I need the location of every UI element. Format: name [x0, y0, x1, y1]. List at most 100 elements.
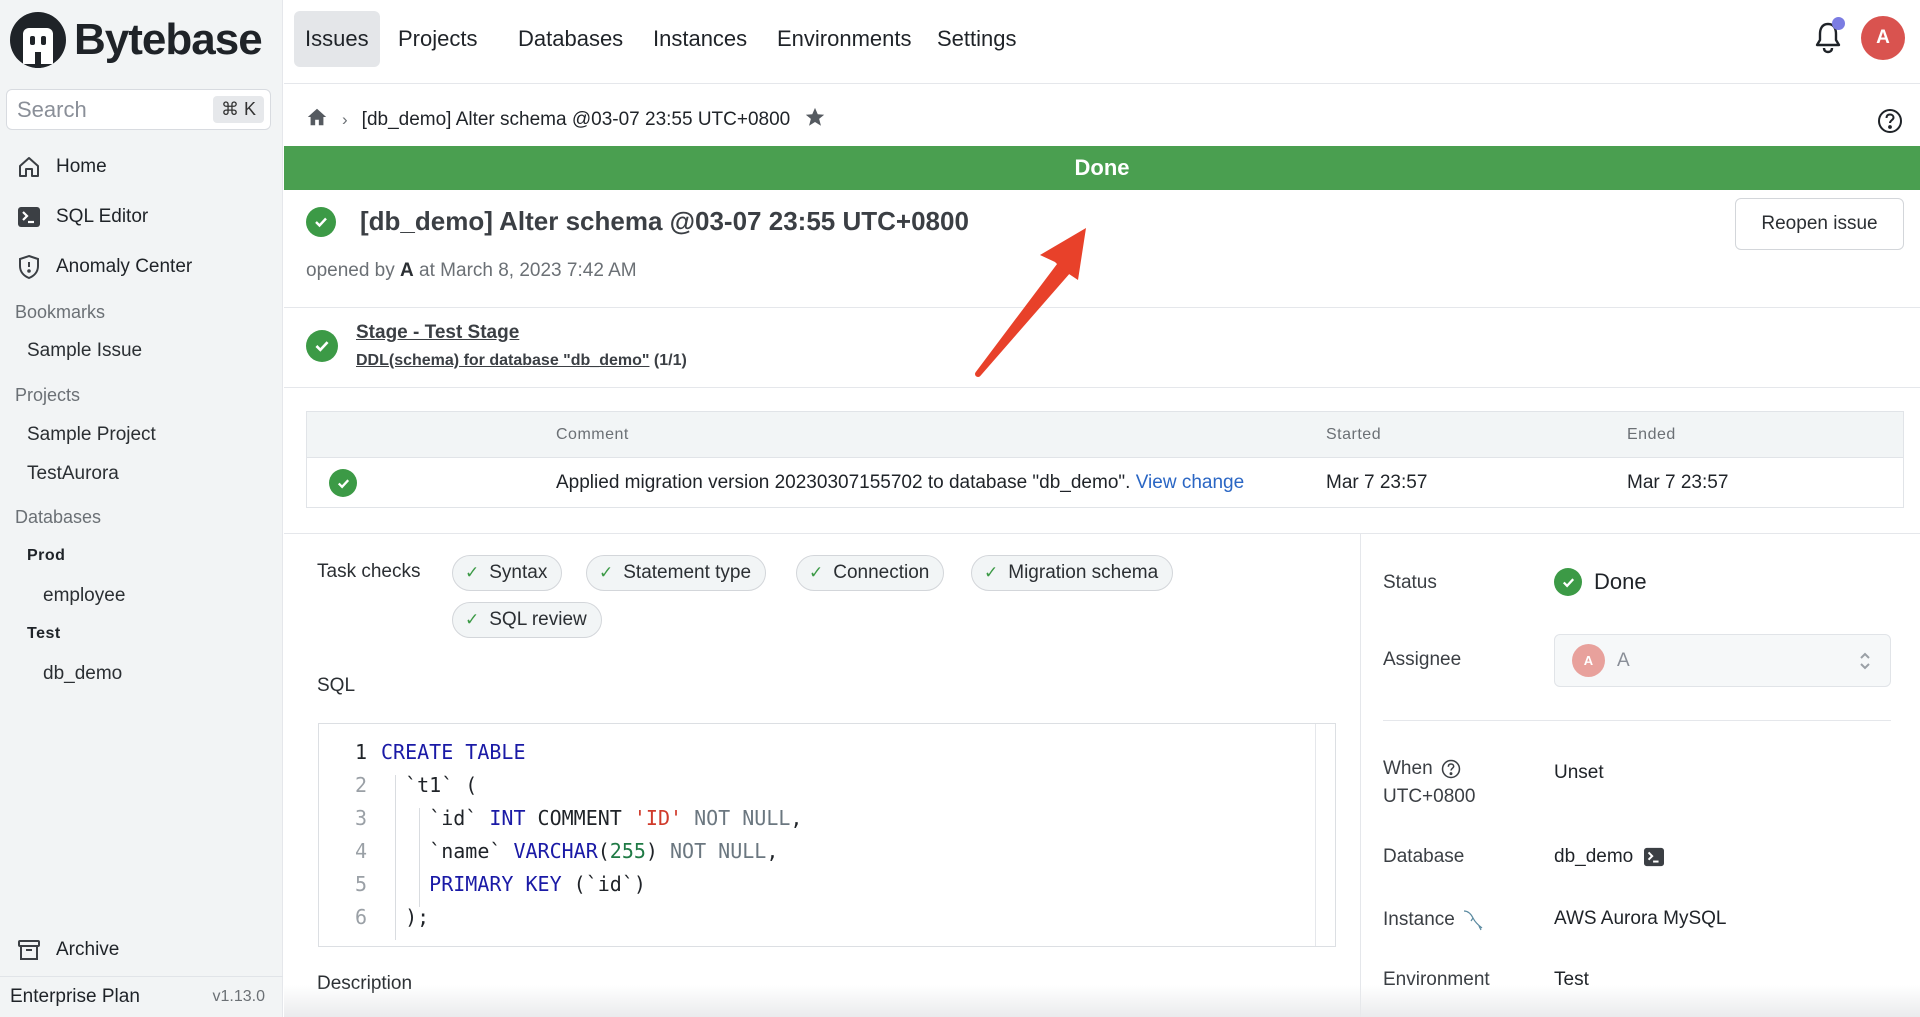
sidebar-item-label: Home	[56, 156, 107, 177]
when-value[interactable]: Unset	[1554, 762, 1604, 784]
issue-status-banner: Done	[284, 146, 1920, 190]
select-chevron-icon	[1860, 652, 1870, 670]
sql-editor[interactable]: 1 CREATE TABLE 2 `t1` ( 3 `id` INT COMMEN…	[318, 723, 1336, 947]
database-label: Database	[1383, 846, 1465, 867]
database-link[interactable]: db_demo	[1554, 846, 1633, 868]
code-line: 6 );	[354, 904, 430, 929]
stage-done-icon	[306, 330, 338, 362]
column-header-started: Started	[1326, 426, 1382, 443]
when-timezone: UTC+0800	[1383, 786, 1476, 807]
project-item[interactable]: TestAurora	[27, 463, 119, 485]
task-check-migration-schema[interactable]: ✓ Migration schema	[971, 555, 1174, 591]
instance-label: Instance	[1383, 908, 1485, 932]
tab-settings[interactable]: Settings	[926, 11, 1028, 67]
assignee-label: Assignee	[1383, 649, 1462, 670]
archive-icon	[16, 937, 42, 963]
status-done-icon	[1554, 568, 1582, 596]
tab-instances[interactable]: Instances	[642, 11, 758, 67]
databases-heading: Databases	[15, 507, 102, 527]
home-icon[interactable]	[306, 106, 328, 134]
database-item[interactable]: db_demo	[43, 663, 122, 685]
check-icon: ✓	[984, 563, 999, 582]
issue-header: [db_demo] Alter schema @03-07 23:55 UTC+…	[306, 206, 969, 237]
env-group-label: Prod	[27, 547, 66, 564]
help-icon[interactable]	[1441, 759, 1461, 779]
divider	[1383, 720, 1891, 721]
code-line: 1 CREATE TABLE	[354, 739, 526, 764]
reopen-issue-button[interactable]: Reopen issue	[1735, 198, 1904, 250]
terminal-icon	[16, 204, 42, 230]
status-value: Done	[1554, 568, 1647, 596]
task-run-ended: Mar 7 23:57	[1627, 472, 1729, 493]
task-run-table: Comment Started Ended Applied migration …	[306, 411, 1904, 508]
environment-value[interactable]: Test	[1554, 969, 1589, 991]
sidebar-item-sql-editor[interactable]: SQL Editor	[16, 202, 148, 232]
sidebar-item-archive[interactable]: Archive	[16, 935, 119, 965]
check-icon: ✓	[465, 563, 480, 582]
task-run-comment: Applied migration version 20230307155702…	[556, 472, 1245, 493]
search-input[interactable]	[17, 96, 207, 123]
issue-opened-info: opened by A at March 8, 2023 7:42 AM	[306, 260, 637, 281]
task-link[interactable]: DDL(schema) for database "db_demo"	[356, 352, 649, 369]
notification-dot	[1832, 17, 1845, 30]
bookmark-item[interactable]: Sample Issue	[27, 340, 142, 362]
view-change-link[interactable]: View change	[1136, 472, 1244, 493]
assignee-avatar: A	[1572, 644, 1605, 677]
task-check-syntax[interactable]: ✓ Syntax	[452, 555, 563, 591]
divider	[284, 533, 1920, 534]
status-label: Status	[1383, 572, 1437, 593]
divider	[284, 387, 1920, 388]
bookmarks-heading: Bookmarks	[15, 302, 106, 322]
logo-icon	[10, 12, 66, 68]
bottom-fade	[284, 985, 1920, 1017]
star-icon[interactable]	[804, 106, 826, 134]
editor-scrollbar[interactable]	[1315, 724, 1316, 946]
issue-title[interactable]: [db_demo] Alter schema @03-07 23:55 UTC+…	[360, 206, 969, 237]
code-line: 4 `name` VARCHAR(255) NOT NULL,	[354, 838, 779, 863]
sidebar-item-anomaly-center[interactable]: Anomaly Center	[16, 252, 192, 282]
bytebase-logo[interactable]: Bytebase	[10, 12, 263, 68]
assignee-name: A	[1617, 649, 1630, 671]
column-header-ended: Ended	[1627, 426, 1676, 443]
check-icon: ✓	[809, 563, 824, 582]
task-checks-label: Task checks	[317, 561, 421, 582]
sidebar-item-label: Anomaly Center	[56, 256, 193, 277]
help-icon[interactable]	[1877, 108, 1903, 134]
status-done-icon	[306, 206, 336, 237]
database-item[interactable]: employee	[43, 585, 125, 607]
details-panel-border	[1360, 533, 1361, 1017]
env-group-label: Test	[27, 625, 61, 642]
sidebar-item-label: Archive	[56, 939, 120, 960]
tab-databases[interactable]: Databases	[507, 11, 634, 67]
environment-label: Environment	[1383, 969, 1490, 990]
tab-projects[interactable]: Projects	[387, 11, 488, 67]
when-label: When	[1383, 758, 1461, 780]
breadcrumb-current: [db_demo] Alter schema @03-07 23:55 UTC+…	[361, 109, 791, 130]
sql-editor-icon[interactable]	[1643, 847, 1665, 867]
top-navigation: Issues Projects Databases Instances Envi…	[284, 0, 1920, 84]
check-icon: ✓	[465, 610, 480, 629]
instance-value[interactable]: AWS Aurora MySQL	[1554, 908, 1726, 930]
home-icon	[16, 154, 42, 180]
tab-issues[interactable]: Issues	[294, 11, 380, 67]
sidebar-item-home[interactable]: Home	[16, 152, 107, 182]
sql-label: SQL	[317, 675, 356, 696]
task-check-statement-type[interactable]: ✓ Statement type	[586, 555, 767, 591]
project-item[interactable]: Sample Project	[27, 424, 156, 446]
search-box[interactable]: ⌘ K	[6, 89, 271, 130]
description-label: Description	[317, 973, 413, 994]
code-line: 3 `id` INT COMMENT 'ID' NOT NULL,	[354, 805, 803, 830]
database-value: db_demo	[1554, 846, 1665, 868]
stage-title-link[interactable]: Stage - Test Stage	[356, 322, 687, 344]
assignee-select[interactable]: A A	[1554, 634, 1891, 687]
user-avatar[interactable]: A	[1861, 16, 1905, 60]
tab-environments[interactable]: Environments	[766, 11, 923, 67]
projects-heading: Projects	[15, 385, 81, 405]
column-header-comment: Comment	[556, 426, 629, 443]
plan-label[interactable]: Enterprise Plan	[10, 986, 140, 1008]
creator-name[interactable]: A	[400, 260, 414, 281]
task-check-connection[interactable]: ✓ Connection	[796, 555, 945, 591]
task-check-sql-review[interactable]: ✓ SQL review	[452, 602, 602, 638]
version-label: v1.13.0	[212, 988, 265, 1005]
annotation-arrow-icon	[975, 228, 1086, 377]
